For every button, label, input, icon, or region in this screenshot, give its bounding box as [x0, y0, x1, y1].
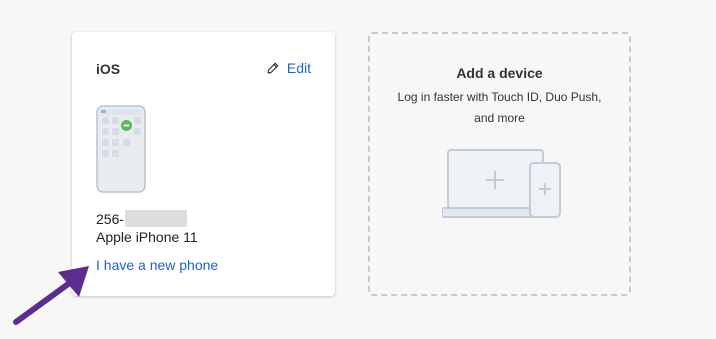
edit-button[interactable]: Edit [267, 60, 311, 76]
platform-title: iOS [96, 61, 121, 77]
device-model: Apple iPhone 11 [96, 229, 198, 245]
phone-number-prefix: 256- [96, 210, 125, 227]
redacted-phone-digits [125, 210, 188, 227]
add-device-description: Log in faster with Touch ID, Duo Push, a… [397, 90, 602, 125]
laptop-phone-plus-icon [442, 149, 561, 218]
device-card: iOS Edit 256- Apple iPhone 11 I have a n… [72, 32, 335, 296]
arrow-annotation-icon [13, 266, 89, 325]
edit-label: Edit [286, 60, 311, 76]
pencil-icon [267, 62, 279, 74]
phone-illustration-icon [96, 105, 146, 193]
phone-number: 256- [96, 210, 188, 227]
add-device-title: Add a device [456, 65, 543, 81]
new-phone-link[interactable]: I have a new phone [96, 257, 218, 273]
add-device-card[interactable]: Add a device Log in faster with Touch ID… [368, 32, 631, 296]
